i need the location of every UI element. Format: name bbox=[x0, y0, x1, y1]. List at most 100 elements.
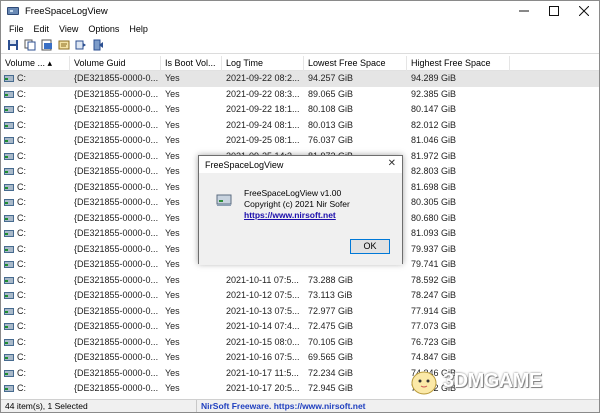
cell-volume: C: bbox=[1, 87, 70, 103]
menu-help[interactable]: Help bbox=[124, 24, 153, 34]
cell-log-time: 2021-09-22 18:1... bbox=[226, 104, 300, 114]
ok-button[interactable]: OK bbox=[350, 239, 390, 254]
cell-volume: C: bbox=[1, 149, 70, 165]
menu-view[interactable]: View bbox=[54, 24, 83, 34]
dialog-title: FreeSpaceLogView bbox=[205, 159, 284, 170]
copy-button[interactable] bbox=[22, 37, 38, 53]
title-bar[interactable]: FreeSpaceLogView bbox=[1, 1, 599, 21]
html-report-button[interactable] bbox=[39, 37, 55, 53]
column-header-lowest-free-space[interactable]: Lowest Free Space bbox=[304, 56, 407, 71]
table-row[interactable]: C: {DE321855-0000-0... Yes 2021-09-22 08:3.… bbox=[1, 87, 599, 103]
table-row[interactable]: C: {DE321855-0000-0... Yes 2021-10-11 07:5.… bbox=[1, 273, 599, 289]
cell-volume: C: bbox=[1, 133, 70, 149]
watermark-mascot-icon bbox=[411, 371, 437, 395]
cell-volume: C: bbox=[1, 366, 70, 382]
cell-is-boot-volume: Yes bbox=[165, 290, 180, 300]
sort-arrow-icon: ▴ bbox=[47, 58, 53, 68]
cell-volume-guid: {DE321855-0000-0... bbox=[74, 119, 159, 130]
drive-icon bbox=[4, 307, 14, 315]
cell-empty bbox=[510, 133, 599, 149]
drive-icon bbox=[4, 230, 14, 238]
cell-lowest-free-space: 72.977 GiB bbox=[308, 305, 354, 316]
maximize-button[interactable] bbox=[539, 1, 569, 21]
app-window: FreeSpaceLogView File Edit View Options … bbox=[0, 0, 600, 413]
menu-edit[interactable]: Edit bbox=[29, 24, 55, 34]
cell-volume-guid: {DE321855-0000-0... bbox=[74, 321, 159, 331]
drive-icon bbox=[4, 338, 14, 346]
cell-volume-guid: {DE321855-0000-0... bbox=[74, 259, 159, 269]
table-row[interactable]: C: {DE321855-0000-0... Yes 2021-09-22 18:1.… bbox=[1, 102, 599, 118]
column-header-highest-free-space[interactable]: Highest Free Space bbox=[407, 56, 510, 71]
cell-volume-guid: {DE321855-0000-0... bbox=[74, 150, 159, 161]
cell-log-time: 2021-09-24 08:1... bbox=[226, 119, 300, 130]
cell-log-time: 2021-10-11 07:5... bbox=[226, 274, 299, 285]
drive-icon bbox=[4, 152, 14, 160]
close-window-button[interactable] bbox=[569, 1, 599, 21]
cell-lowest-free-space: 76.037 GiB bbox=[308, 135, 354, 145]
cell-volume: C: bbox=[1, 273, 70, 289]
menu-options[interactable]: Options bbox=[83, 24, 124, 34]
status-bar: 44 item(s), 1 Selected NirSoft Freeware.… bbox=[1, 399, 599, 412]
cell-volume-text: C: bbox=[17, 73, 26, 83]
drive-icon bbox=[4, 168, 14, 176]
cell-empty bbox=[510, 242, 599, 258]
column-header-log-time[interactable]: Log Time bbox=[222, 56, 304, 71]
cell-lowest-free-space: 69.565 GiB bbox=[308, 352, 354, 362]
cell-volume: C: bbox=[1, 195, 70, 211]
column-header-is-boot-volume[interactable]: Is Boot Vol... bbox=[161, 56, 222, 71]
drive-icon bbox=[4, 137, 14, 145]
minimize-button[interactable] bbox=[509, 1, 539, 21]
cell-volume-text: C: bbox=[17, 104, 26, 114]
table-row[interactable]: C: {DE321855-0000-0... Yes 2021-10-12 07:5.… bbox=[1, 288, 599, 304]
table-row[interactable]: C: {DE321855-0000-0... Yes 2021-09-24 08:1.… bbox=[1, 118, 599, 134]
cell-log-time: 2021-10-16 07:5... bbox=[226, 352, 300, 362]
cell-empty bbox=[510, 118, 599, 134]
cell-lowest-free-space: 72.234 GiB bbox=[308, 367, 354, 378]
cell-highest-free-space: 78.247 GiB bbox=[411, 290, 457, 300]
table-row[interactable]: C: {DE321855-0000-0... Yes 2021-10-13 07:5.… bbox=[1, 304, 599, 320]
cell-empty bbox=[510, 180, 599, 196]
cell-is-boot-volume: Yes bbox=[165, 305, 180, 316]
drive-icon bbox=[4, 75, 14, 83]
cell-highest-free-space: 94.289 GiB bbox=[411, 73, 457, 83]
cell-volume-text: C: bbox=[17, 150, 26, 161]
properties-button[interactable] bbox=[56, 37, 72, 53]
cell-lowest-free-space: 73.113 GiB bbox=[308, 290, 353, 300]
drive-icon bbox=[4, 183, 14, 191]
cell-volume-text: C: bbox=[17, 228, 26, 238]
cell-empty bbox=[510, 335, 599, 351]
cell-highest-free-space: 78.592 GiB bbox=[411, 274, 457, 285]
cell-log-time: 2021-10-14 07:4... bbox=[226, 321, 300, 331]
column-header-volume-guid[interactable]: Volume Guid bbox=[70, 56, 161, 71]
cell-volume-guid: {DE321855-0000-0... bbox=[74, 135, 159, 145]
cell-volume-guid: {DE321855-0000-0... bbox=[74, 383, 159, 393]
save-icon bbox=[8, 39, 18, 50]
table-row[interactable]: C: {DE321855-0000-0... Yes 2021-10-15 08:0.… bbox=[1, 335, 599, 351]
cell-lowest-free-space: 72.475 GiB bbox=[308, 321, 354, 331]
save-button[interactable] bbox=[5, 37, 21, 53]
cell-volume: C: bbox=[1, 381, 70, 397]
table-row[interactable]: C: {DE321855-0000-0... Yes 2021-09-25 08:1.… bbox=[1, 133, 599, 149]
dialog-close-button[interactable]: ✕ bbox=[388, 158, 396, 169]
exit-icon bbox=[93, 39, 103, 50]
cell-volume-guid: {DE321855-0000-0... bbox=[74, 367, 159, 378]
cell-log-time: 2021-10-17 11:5... bbox=[226, 367, 299, 378]
column-header-volume[interactable]: Volume ... ▴ bbox=[1, 56, 70, 71]
cell-volume-text: C: bbox=[17, 274, 26, 285]
exit-button[interactable] bbox=[90, 37, 106, 53]
dialog-title-bar[interactable]: FreeSpaceLogView ✕ bbox=[199, 156, 402, 173]
cell-volume-text: C: bbox=[17, 119, 26, 130]
table-row[interactable]: C: {DE321855-0000-0... Yes 2021-09-22 08:2.… bbox=[1, 71, 599, 87]
cell-volume-text: C: bbox=[17, 305, 26, 316]
table-row[interactable]: C: {DE321855-0000-0... Yes 2021-10-14 07:4.… bbox=[1, 319, 599, 335]
cell-is-boot-volume: Yes bbox=[165, 352, 180, 362]
cell-volume: C: bbox=[1, 350, 70, 366]
refresh-button[interactable] bbox=[73, 37, 89, 53]
cell-volume-guid: {DE321855-0000-0... bbox=[74, 305, 159, 316]
status-nirsoft-link[interactable]: NirSoft Freeware. https://www.nirsoft.ne… bbox=[197, 400, 366, 412]
column-header-empty[interactable] bbox=[510, 56, 599, 71]
drive-icon bbox=[4, 199, 14, 207]
menu-file[interactable]: File bbox=[4, 24, 29, 34]
dialog-website-link[interactable]: https://www.nirsoft.net bbox=[244, 210, 336, 220]
cell-highest-free-space: 80.147 GiB bbox=[411, 104, 457, 114]
